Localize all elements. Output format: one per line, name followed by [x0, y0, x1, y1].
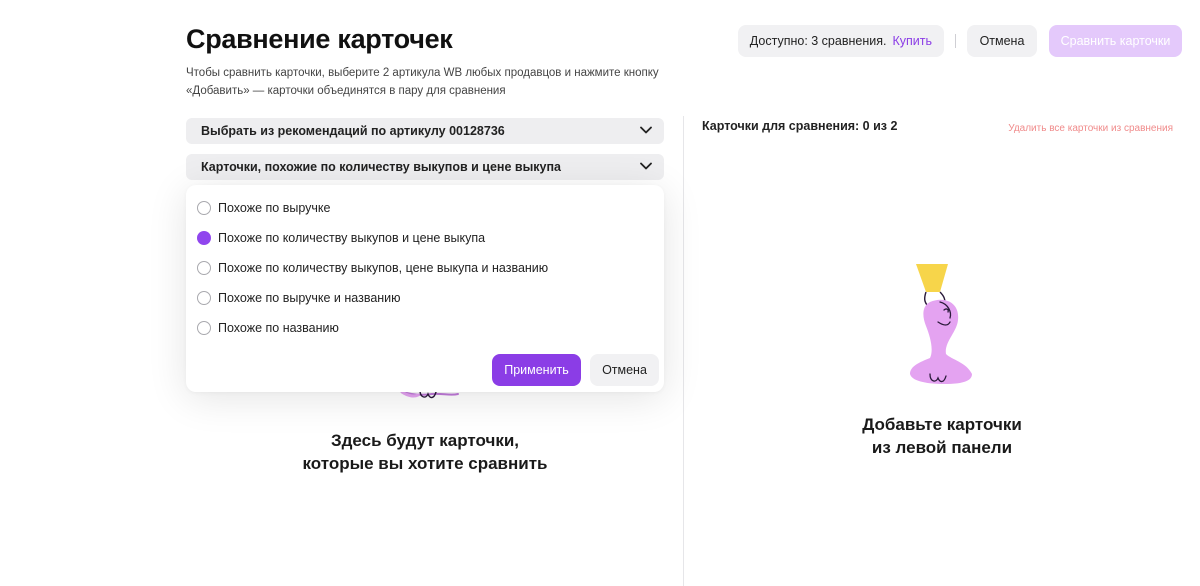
similarity-select-label: Карточки, похожие по количеству выкупов … — [201, 160, 561, 174]
chevron-down-icon — [640, 126, 652, 134]
right-empty-line-1: Добавьте карточки — [862, 415, 1022, 434]
option-label: Похоже по количеству выкупов и цене выку… — [218, 231, 486, 245]
compare-cards-button[interactable]: Сравнить карточки — [1049, 25, 1182, 57]
radio-unchecked-icon[interactable] — [197, 261, 211, 275]
option-label: Похоже по выручке и названию — [218, 291, 401, 305]
top-actions: Доступно: 3 сравнения. Купить Отмена Сра… — [737, 25, 1182, 57]
apply-button[interactable]: Применить — [492, 354, 581, 386]
similarity-select[interactable]: Карточки, похожие по количеству выкупов … — [186, 154, 664, 180]
option-label: Похоже по количеству выкупов, цене выкуп… — [218, 261, 549, 275]
option-revenue[interactable]: Похоже по выручке — [197, 201, 330, 215]
available-comparisons-badge: Доступно: 3 сравнения. Купить — [737, 25, 944, 57]
chevron-down-icon — [640, 162, 652, 170]
option-purchases-price[interactable]: Похоже по количеству выкупов и цене выку… — [197, 231, 485, 245]
radio-unchecked-icon[interactable] — [197, 321, 211, 335]
divider — [955, 34, 956, 48]
option-purchases-price-name[interactable]: Похоже по количеству выкупов, цене выкуп… — [197, 261, 548, 275]
radio-checked-icon[interactable] — [197, 231, 211, 245]
recommendations-select-label: Выбрать из рекомендаций по артикулу 0012… — [201, 124, 505, 138]
right-empty-message: Добавьте карточки из левой панели — [820, 413, 1064, 459]
comparison-counter: Карточки для сравнения: 0 из 2 — [702, 119, 898, 133]
buy-link[interactable]: Купить — [892, 34, 932, 48]
person-with-lamp-illustration — [910, 264, 972, 384]
option-revenue-name[interactable]: Похоже по выручке и названию — [197, 291, 401, 305]
radio-unchecked-icon[interactable] — [197, 291, 211, 305]
left-empty-line-2: которые вы хотите сравнить — [302, 454, 548, 473]
recommendations-select[interactable]: Выбрать из рекомендаций по артикулу 0012… — [186, 118, 664, 144]
option-name[interactable]: Похоже по названию — [197, 321, 339, 335]
left-empty-message: Здесь будут карточки, которые вы хотите … — [280, 429, 570, 475]
page-title: Сравнение карточек — [186, 24, 453, 54]
option-label: Похоже по названию — [218, 321, 339, 335]
delete-all-cards-link[interactable]: Удалить все карточки из сравнения — [1008, 123, 1173, 134]
similarity-dropdown-menu: Похоже по выручке Похоже по количеству в… — [186, 185, 664, 392]
option-label: Похоже по выручке — [218, 201, 331, 215]
left-empty-line-1: Здесь будут карточки, — [330, 431, 520, 450]
page-subtitle: Чтобы сравнить карточки, выберите 2 арти… — [186, 67, 659, 97]
dropdown-cancel-button[interactable]: Отмена — [590, 354, 659, 386]
available-comparisons-text: Доступно: 3 сравнения. — [749, 34, 887, 48]
panel-divider — [683, 116, 684, 586]
radio-unchecked-icon[interactable] — [197, 201, 211, 215]
right-empty-line-2: из левой панели — [871, 438, 1013, 457]
cancel-button[interactable]: Отмена — [967, 25, 1037, 57]
